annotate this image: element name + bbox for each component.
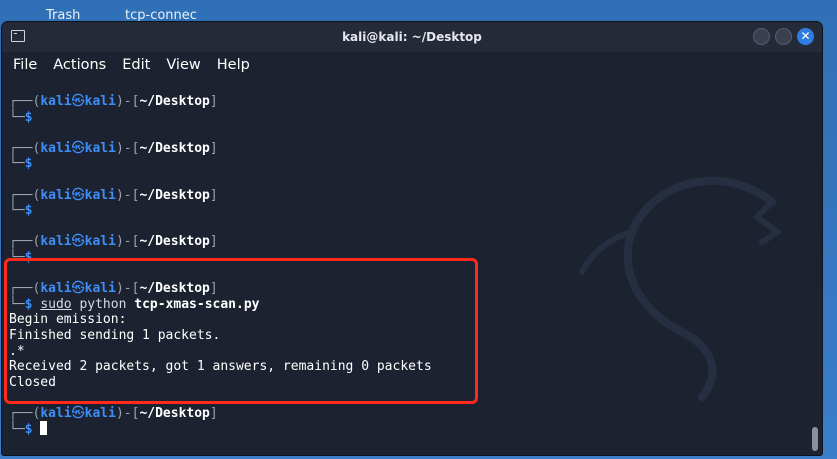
desktop-icon-trash-label[interactable]: Trash [46, 8, 80, 23]
active-prompt-line[interactable]: └─$ [9, 421, 808, 437]
desktop-icon-file-label[interactable]: tcp-connec [125, 8, 197, 23]
prompt-input-line: └─$ [9, 203, 33, 219]
command-python: python [79, 296, 127, 312]
output-line: Finished sending 1 packets. [9, 327, 221, 343]
scrollbar[interactable] [812, 78, 818, 455]
minimize-button[interactable] [753, 28, 770, 45]
prompt-line: ┌──(kali㉿kali)-[~/Desktop] [9, 234, 218, 250]
prompt-line: ┌──(kali㉿kali)-[~/Desktop] [9, 94, 218, 109]
menu-view[interactable]: View [166, 57, 200, 73]
close-icon: ✕ [800, 29, 811, 43]
window-controls: ✕ [753, 28, 814, 45]
command-line: └─$ sudo python tcp-xmas-scan.py [9, 296, 260, 312]
prompt-input-line: └─$ [9, 109, 33, 125]
maximize-button[interactable] [775, 28, 792, 45]
prompt-line: ┌──(kali㉿kali)-[~/Desktop] [9, 405, 218, 421]
terminal-output[interactable]: ┌──(kali㉿kali)-[~/Desktop] └─$ ┌──(kali㉿… [2, 78, 808, 455]
output-line: Received 2 packets, got 1 answers, remai… [9, 359, 432, 375]
kali-skull-icon: ㉿ [71, 94, 85, 109]
kali-skull-icon: ㉿ [71, 234, 85, 250]
output-line: .* [9, 343, 25, 359]
text-cursor [40, 421, 48, 436]
kali-skull-icon: ㉿ [71, 187, 85, 203]
window-title: kali@kali: ~/Desktop [342, 30, 482, 44]
prompt-line: ┌──(kali㉿kali)-[~/Desktop] [9, 281, 218, 297]
prompt-line: ┌──(kali㉿kali)-[~/Desktop] [9, 187, 218, 203]
kali-skull-icon: ㉿ [71, 140, 85, 156]
menu-help[interactable]: Help [217, 57, 250, 73]
kali-skull-icon: ㉿ [71, 281, 85, 297]
kali-skull-icon: ㉿ [71, 405, 85, 421]
prompt-input-line: └─$ [9, 249, 33, 265]
terminal-window-icon [11, 30, 25, 42]
titlebar[interactable]: kali@kali: ~/Desktop ✕ [2, 22, 822, 52]
scrollbar-thumb[interactable] [812, 427, 818, 451]
prompt-input-line: └─$ [9, 156, 33, 172]
output-line: Closed [9, 374, 56, 390]
output-line: Begin emission: [9, 312, 127, 328]
prompt-line: ┌──(kali㉿kali)-[~/Desktop] [9, 140, 218, 156]
menu-file[interactable]: File [13, 57, 37, 73]
menu-edit[interactable]: Edit [122, 57, 150, 73]
menubar: File Actions Edit View Help [2, 52, 822, 78]
terminal-window: kali@kali: ~/Desktop ✕ File Actions Edit… [2, 22, 822, 455]
close-button[interactable]: ✕ [797, 28, 814, 45]
command-script: tcp-xmas-scan.py [134, 296, 260, 312]
menu-actions[interactable]: Actions [53, 57, 106, 73]
command-sudo: sudo [40, 296, 72, 312]
